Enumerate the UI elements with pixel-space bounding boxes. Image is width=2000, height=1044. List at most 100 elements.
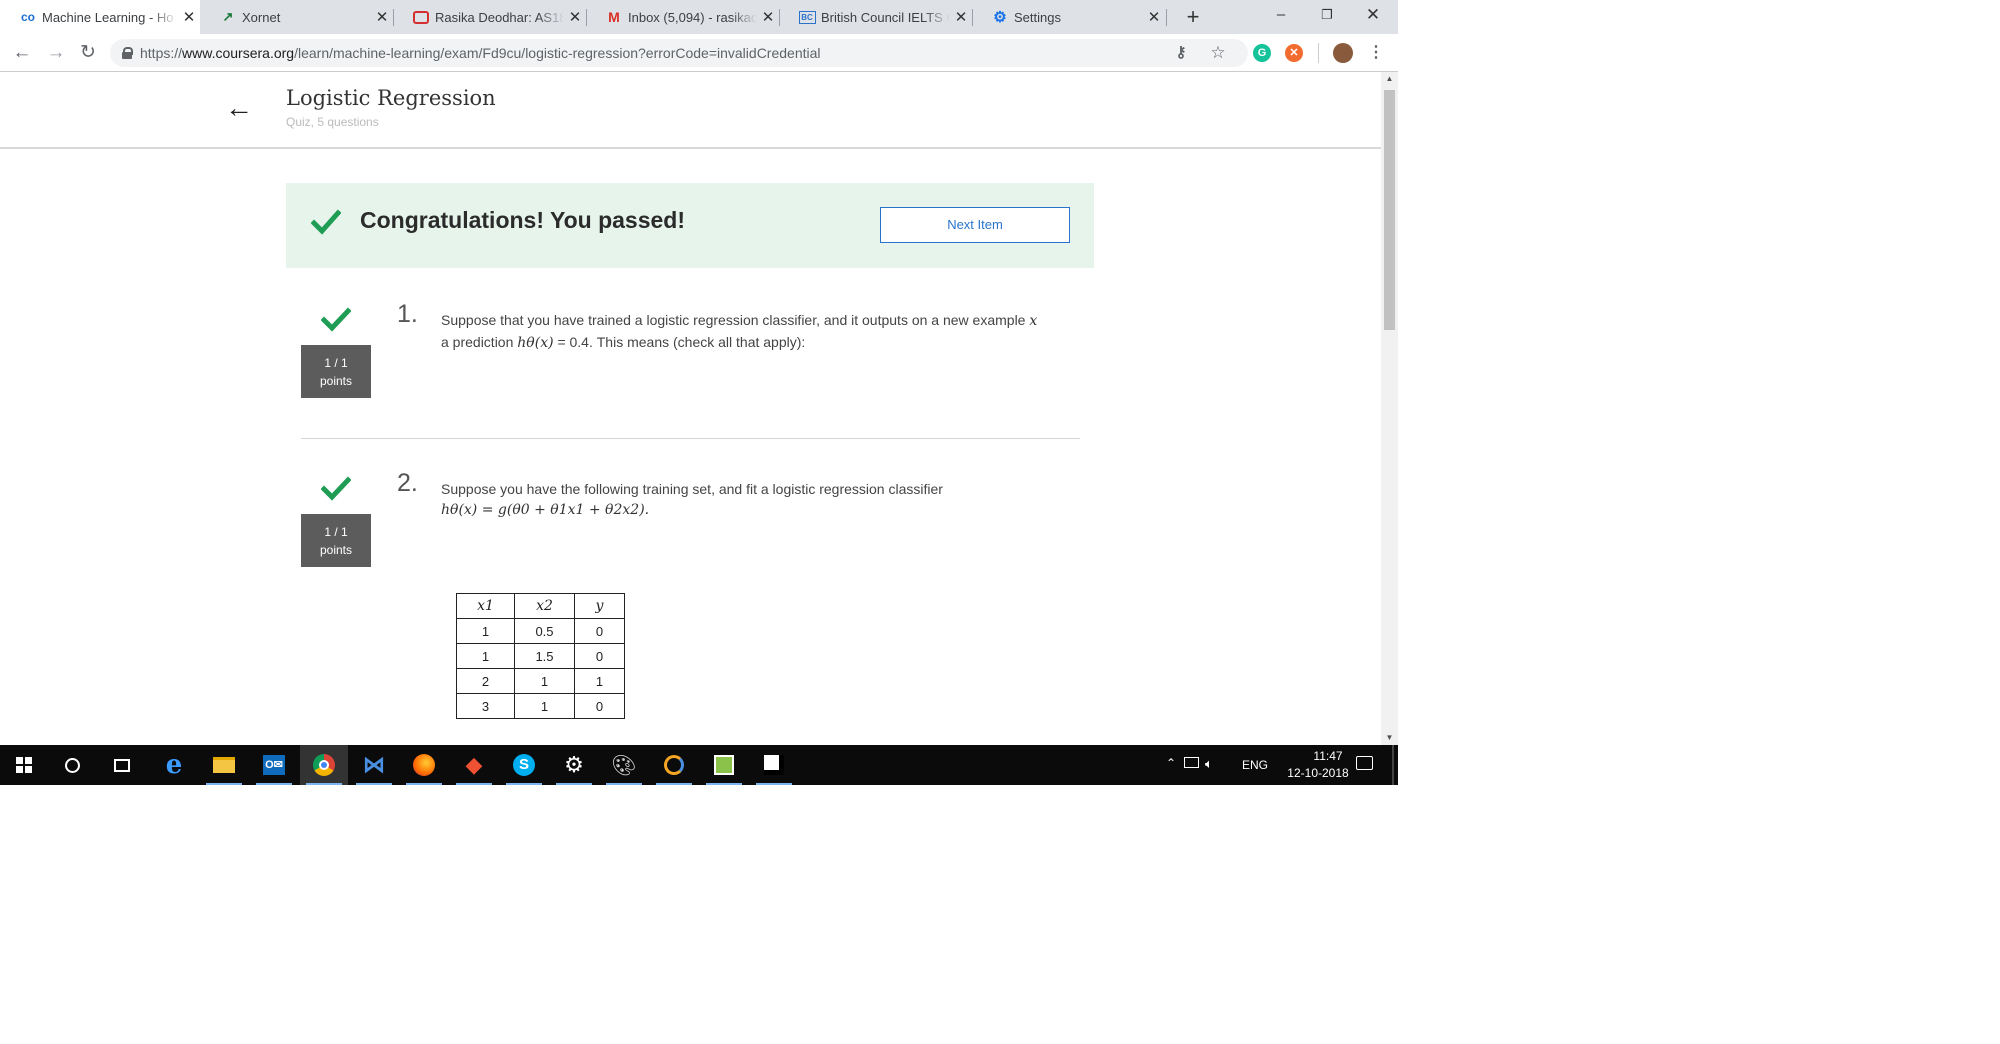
tab-separator bbox=[1166, 9, 1167, 26]
app-icon[interactable] bbox=[650, 745, 698, 785]
points-score: 1 / 1 bbox=[324, 356, 348, 370]
close-tab-icon[interactable]: ✕ bbox=[1143, 8, 1165, 26]
sticky-notes-icon[interactable] bbox=[750, 745, 798, 785]
new-tab-button[interactable]: + bbox=[1180, 4, 1206, 30]
tab-title: Xornet bbox=[242, 9, 281, 25]
notepad-icon[interactable] bbox=[700, 745, 748, 785]
gmail-icon: M bbox=[608, 9, 620, 25]
tab-rasika-deodhar[interactable]: Rasika Deodhar: AS18 ✕ bbox=[393, 0, 586, 34]
tab-xornet[interactable]: ↗ Xornet ✕ bbox=[200, 0, 393, 34]
grammarly-icon[interactable]: G bbox=[1253, 44, 1271, 62]
back-button[interactable]: ← bbox=[10, 42, 34, 64]
table-row: 211 bbox=[456, 668, 625, 694]
close-window-button[interactable]: ✕ bbox=[1350, 0, 1396, 30]
url-text[interactable]: https://www.coursera.org/learn/machine-l… bbox=[140, 45, 821, 61]
profile-avatar[interactable] bbox=[1333, 43, 1353, 63]
url-path: /learn/machine-learning/exam/Fd9cu/logis… bbox=[294, 45, 821, 61]
clock-time[interactable]: 11:47 bbox=[1293, 749, 1363, 763]
back-arrow-icon[interactable]: ← bbox=[225, 93, 255, 123]
tab-title: Settings bbox=[1014, 9, 1061, 25]
question-number: 1. bbox=[397, 300, 418, 328]
lock-icon bbox=[122, 47, 133, 59]
next-item-button[interactable]: Next Item bbox=[880, 207, 1070, 243]
table-header: y bbox=[574, 593, 625, 619]
address-bar[interactable]: https://www.coursera.org/learn/machine-l… bbox=[110, 39, 1248, 67]
toolbar-divider bbox=[1318, 43, 1319, 63]
clock-date[interactable]: 12-10-2018 bbox=[1278, 766, 1358, 780]
task-view-icon[interactable] bbox=[98, 745, 146, 785]
close-tab-icon[interactable]: ✕ bbox=[564, 8, 586, 26]
table-cell: 1 bbox=[456, 643, 515, 669]
question-text-part: Suppose that you have trained a logistic… bbox=[441, 312, 1026, 328]
tab-settings[interactable]: ⚙ Settings ✕ bbox=[972, 0, 1165, 34]
table-row: 1 1.5 0 bbox=[456, 643, 625, 669]
table-cell: 1.5 bbox=[514, 643, 575, 669]
math-formula: hθ(x) = g(θ0 + θ1x1 + θ2x2). bbox=[441, 502, 650, 518]
language-indicator[interactable]: ENG bbox=[1242, 758, 1268, 772]
show-desktop-button[interactable] bbox=[1392, 745, 1394, 785]
url-host: www.coursera.org bbox=[182, 45, 295, 61]
points-label: points bbox=[319, 374, 353, 388]
settings-icon[interactable]: ⚙ bbox=[550, 745, 598, 785]
visual-studio-icon[interactable]: ⋈ bbox=[350, 745, 398, 785]
question-text: Suppose you have the following training … bbox=[441, 479, 1041, 521]
tab-machine-learning[interactable]: co Machine Learning - Ho ✕ bbox=[0, 0, 200, 34]
chevron-up-icon[interactable]: ⌃ bbox=[1166, 756, 1176, 770]
system-tray: ⌃ 🔈︎ ENG 11:47 12-10-2018 bbox=[1160, 745, 1398, 785]
question-number: 2. bbox=[397, 469, 418, 497]
tab-british-council[interactable]: BC British Council IELTS On ✕ bbox=[779, 0, 972, 34]
table-cell: 0.5 bbox=[514, 618, 575, 644]
extension-icon[interactable]: ✕ bbox=[1285, 44, 1303, 62]
pass-message: Congratulations! You passed! bbox=[360, 207, 686, 233]
checkmark-icon bbox=[311, 209, 341, 235]
scroll-down-icon[interactable]: ▼ bbox=[1381, 731, 1398, 745]
key-icon[interactable]: ⚷ bbox=[1170, 42, 1192, 64]
browser-window: co Machine Learning - Ho ✕ ↗ Xornet ✕ Ra… bbox=[0, 0, 1398, 785]
paint-icon[interactable]: 🎨︎ bbox=[600, 745, 648, 785]
table-header-row: x1 x2 y bbox=[456, 593, 625, 619]
table-cell: 0 bbox=[574, 693, 625, 719]
table-header: x1 bbox=[456, 593, 515, 619]
table-row: 310 bbox=[456, 693, 625, 719]
table-cell: 1 bbox=[514, 668, 575, 694]
volume-icon[interactable]: 🔈︎ bbox=[1205, 756, 1213, 772]
tab-gmail-inbox[interactable]: M Inbox (5,094) - rasikade ✕ bbox=[586, 0, 779, 34]
chrome-icon[interactable] bbox=[300, 745, 348, 785]
question-text-part: = 0.4. This means (check all that apply)… bbox=[557, 334, 806, 350]
url-prefix: https:// bbox=[140, 45, 183, 61]
scroll-up-icon[interactable]: ▲ bbox=[1381, 72, 1398, 86]
skype-icon[interactable]: S bbox=[500, 745, 548, 785]
network-icon[interactable] bbox=[1184, 757, 1199, 768]
table-cell: 1 bbox=[574, 668, 625, 694]
close-tab-icon[interactable]: ✕ bbox=[371, 8, 393, 26]
page-scrollbar[interactable]: ▲ ▼ bbox=[1381, 72, 1398, 745]
training-set-table: x1 x2 y 1 0.5 0 1 1.5 0 211 310 bbox=[456, 593, 625, 719]
notifications-icon[interactable] bbox=[1356, 756, 1373, 770]
table-cell: 2 bbox=[456, 668, 515, 694]
windows-start-icon[interactable] bbox=[0, 745, 48, 785]
math-expression: hθ(x) bbox=[517, 335, 554, 351]
question-divider bbox=[301, 438, 1080, 439]
firefox-icon[interactable] bbox=[400, 745, 448, 785]
math-variable: x bbox=[1029, 313, 1038, 329]
restore-button[interactable]: ❐ bbox=[1304, 0, 1350, 30]
edge-icon[interactable]: e bbox=[150, 745, 198, 785]
oracle-icon bbox=[411, 10, 431, 24]
outlook-icon[interactable]: O✉ bbox=[250, 745, 298, 785]
settings-gear-icon: ⚙ bbox=[993, 9, 1007, 26]
cortana-search-icon[interactable] bbox=[48, 745, 96, 785]
forward-button[interactable]: → bbox=[44, 42, 68, 64]
file-explorer-icon[interactable] bbox=[200, 745, 248, 785]
table-cell: 0 bbox=[574, 643, 625, 669]
git-icon[interactable]: ◆ bbox=[450, 745, 498, 785]
close-tab-icon[interactable]: ✕ bbox=[757, 8, 779, 26]
xornet-icon: ↗ bbox=[222, 9, 234, 24]
bookmark-star-icon[interactable]: ☆ bbox=[1207, 42, 1229, 64]
question-text-part: Suppose you have the following training … bbox=[441, 481, 943, 497]
reload-button[interactable]: ↻ bbox=[76, 42, 100, 64]
scroll-thumb[interactable] bbox=[1384, 90, 1395, 330]
menu-dots-icon[interactable]: ⋮ bbox=[1365, 42, 1387, 64]
close-tab-icon[interactable]: ✕ bbox=[178, 8, 200, 26]
close-tab-icon[interactable]: ✕ bbox=[950, 8, 972, 26]
minimize-button[interactable]: – bbox=[1258, 0, 1304, 30]
